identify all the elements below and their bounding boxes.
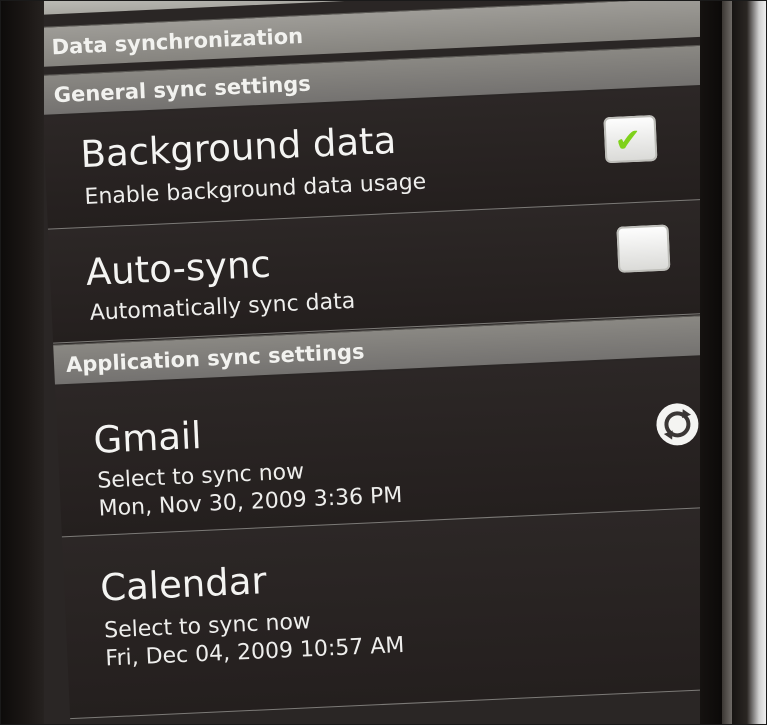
phone-edge bbox=[722, 0, 732, 725]
phone-screen: ⟳⊥⇅ Data synchronization General sync se… bbox=[44, 0, 700, 725]
auto-sync-checkbox[interactable] bbox=[616, 224, 671, 273]
phone-bezel-left bbox=[0, 0, 44, 725]
phone-bezel-right bbox=[700, 0, 767, 725]
background-data-checkbox[interactable]: ✔ bbox=[603, 115, 658, 164]
checkmark-icon: ✔ bbox=[613, 120, 643, 160]
setting-subtitle: Enable background data usage bbox=[83, 169, 427, 210]
account-calendar[interactable]: Calendar Select to sync now Fri, Dec 04,… bbox=[61, 507, 700, 720]
account-title: Calendar bbox=[99, 559, 268, 610]
sync-icon[interactable] bbox=[652, 399, 700, 449]
status-icons: ⟳⊥⇅ bbox=[267, 0, 374, 3]
header-general-sync-label: General sync settings bbox=[53, 71, 312, 108]
header-data-synchronization-label: Data synchronization bbox=[51, 23, 304, 60]
setting-subtitle: Automatically sync data bbox=[89, 288, 356, 326]
setting-title: Auto-sync bbox=[84, 242, 272, 294]
account-title: Gmail bbox=[92, 413, 203, 462]
settings-screen: ⟳⊥⇅ Data synchronization General sync se… bbox=[44, 0, 700, 725]
header-app-sync-label: Application sync settings bbox=[65, 339, 366, 377]
setting-title: Background data bbox=[79, 118, 398, 177]
account-gmail[interactable]: Gmail Select to sync now Mon, Nov 30, 20… bbox=[55, 355, 700, 538]
